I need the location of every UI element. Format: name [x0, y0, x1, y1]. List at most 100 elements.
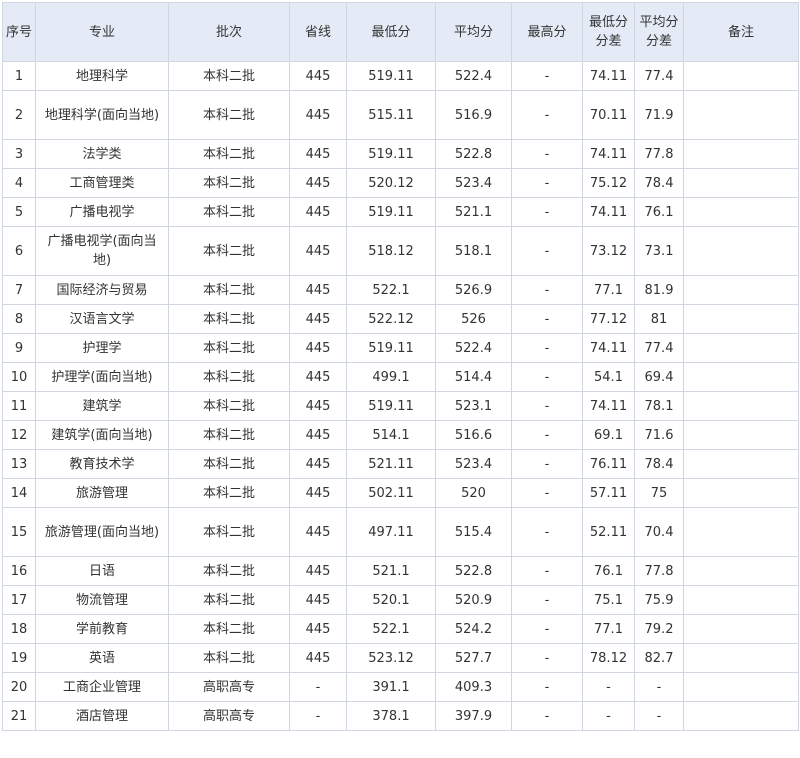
- cell-avg-score: 522.4: [435, 61, 512, 91]
- header-batch: 批次: [168, 2, 290, 62]
- cell-max-score: -: [511, 226, 583, 276]
- table-row: 14 旅游管理 本科二批 445 502.11 520-57.11 75: [2, 478, 799, 508]
- cell-avg-score: 515.4: [435, 507, 512, 557]
- cell-max-score: -: [511, 139, 583, 169]
- cell-index: 14: [2, 478, 36, 508]
- cell-avg-diff: 71.6: [634, 420, 684, 450]
- cell-max-score: -: [511, 507, 583, 557]
- cell-provincial-line: 445: [289, 226, 347, 276]
- cell-max-score: -: [511, 614, 583, 644]
- cell-min-diff: 74.11: [582, 333, 635, 363]
- cell-provincial-line: 445: [289, 139, 347, 169]
- cell-remarks: [683, 168, 799, 198]
- cell-max-score: -: [511, 168, 583, 198]
- cell-major: 物流管理: [35, 585, 169, 615]
- cell-avg-diff: 81: [634, 304, 684, 334]
- cell-min-diff: 69.1: [582, 420, 635, 450]
- cell-min-diff: 77.12: [582, 304, 635, 334]
- cell-avg-diff: 71.9: [634, 90, 684, 140]
- cell-batch: 本科二批: [168, 362, 290, 392]
- cell-remarks: [683, 643, 799, 673]
- table-row: 4 工商管理类 本科二批 445 520.12 523.4-75.12 78.4: [2, 168, 799, 198]
- cell-index: 2: [2, 90, 36, 140]
- cell-index: 15: [2, 507, 36, 557]
- cell-avg-score: 524.2: [435, 614, 512, 644]
- cell-index: 20: [2, 672, 36, 702]
- cell-max-score: -: [511, 478, 583, 508]
- cell-remarks: [683, 391, 799, 421]
- cell-major: 工商企业管理: [35, 672, 169, 702]
- cell-min-score: 497.11: [346, 507, 436, 557]
- cell-avg-score: 523.1: [435, 391, 512, 421]
- cell-avg-diff: 75.9: [634, 585, 684, 615]
- cell-major: 旅游管理: [35, 478, 169, 508]
- cell-avg-score: 527.7: [435, 643, 512, 673]
- cell-avg-diff: 78.4: [634, 449, 684, 479]
- cell-avg-score: 409.3: [435, 672, 512, 702]
- cell-avg-diff: 82.7: [634, 643, 684, 673]
- cell-avg-diff: 69.4: [634, 362, 684, 392]
- table-row: 15 旅游管理(面向当地) 本科二批 445 497.11 515.4-52.11 70.4: [2, 507, 799, 557]
- table-row: 20 工商企业管理 高职高专 -391.1 409.3- - -: [2, 672, 799, 702]
- cell-avg-score: 397.9: [435, 701, 512, 731]
- cell-avg-score: 516.6: [435, 420, 512, 450]
- cell-max-score: -: [511, 197, 583, 227]
- cell-batch: 本科二批: [168, 449, 290, 479]
- cell-index: 11: [2, 391, 36, 421]
- cell-min-score: 519.11: [346, 197, 436, 227]
- cell-max-score: -: [511, 391, 583, 421]
- cell-min-score: 519.11: [346, 391, 436, 421]
- cell-index: 21: [2, 701, 36, 731]
- cell-index: 16: [2, 556, 36, 586]
- cell-min-diff: -: [582, 701, 635, 731]
- cell-provincial-line: 445: [289, 168, 347, 198]
- cell-batch: 本科二批: [168, 614, 290, 644]
- cell-batch: 本科二批: [168, 420, 290, 450]
- cell-provincial-line: 445: [289, 449, 347, 479]
- cell-min-score: 502.11: [346, 478, 436, 508]
- header-min-diff: 最低分分差: [582, 2, 635, 62]
- cell-min-diff: 74.11: [582, 391, 635, 421]
- cell-min-diff: -: [582, 672, 635, 702]
- cell-min-diff: 75.12: [582, 168, 635, 198]
- cell-min-diff: 76.11: [582, 449, 635, 479]
- cell-provincial-line: 445: [289, 90, 347, 140]
- cell-min-score: 521.11: [346, 449, 436, 479]
- cell-major: 建筑学: [35, 391, 169, 421]
- cell-index: 8: [2, 304, 36, 334]
- cell-index: 4: [2, 168, 36, 198]
- table-row: 18 学前教育 本科二批 445 522.1 524.2-77.1 79.2: [2, 614, 799, 644]
- cell-remarks: [683, 275, 799, 305]
- cell-min-diff: 74.11: [582, 61, 635, 91]
- cell-major: 工商管理类: [35, 168, 169, 198]
- cell-provincial-line: 445: [289, 333, 347, 363]
- cell-avg-diff: -: [634, 701, 684, 731]
- cell-remarks: [683, 420, 799, 450]
- cell-batch: 本科二批: [168, 139, 290, 169]
- cell-avg-diff: 77.4: [634, 61, 684, 91]
- table-row: 21 酒店管理 高职高专 -378.1 397.9- - -: [2, 701, 799, 731]
- cell-index: 3: [2, 139, 36, 169]
- cell-max-score: -: [511, 585, 583, 615]
- header-remarks: 备注: [683, 2, 799, 62]
- cell-min-score: 520.12: [346, 168, 436, 198]
- cell-avg-score: 523.4: [435, 168, 512, 198]
- cell-remarks: [683, 333, 799, 363]
- cell-max-score: -: [511, 672, 583, 702]
- cell-major: 日语: [35, 556, 169, 586]
- cell-min-score: 522.12: [346, 304, 436, 334]
- cell-remarks: [683, 701, 799, 731]
- cell-min-score: 518.12: [346, 226, 436, 276]
- admission-scores-table: 序号 专业 批次 省线 最低分 平均分 最高分 最低分分差 平均分分差 备注 1…: [2, 2, 799, 731]
- cell-provincial-line: 445: [289, 61, 347, 91]
- cell-min-diff: 77.1: [582, 275, 635, 305]
- cell-provincial-line: 445: [289, 507, 347, 557]
- header-provincial-line: 省线: [289, 2, 347, 62]
- cell-remarks: [683, 449, 799, 479]
- cell-index: 18: [2, 614, 36, 644]
- table-row: 5 广播电视学 本科二批 445 519.11 521.1-74.11 76.1: [2, 197, 799, 227]
- cell-avg-score: 522.8: [435, 556, 512, 586]
- cell-index: 12: [2, 420, 36, 450]
- cell-provincial-line: 445: [289, 197, 347, 227]
- cell-avg-score: 514.4: [435, 362, 512, 392]
